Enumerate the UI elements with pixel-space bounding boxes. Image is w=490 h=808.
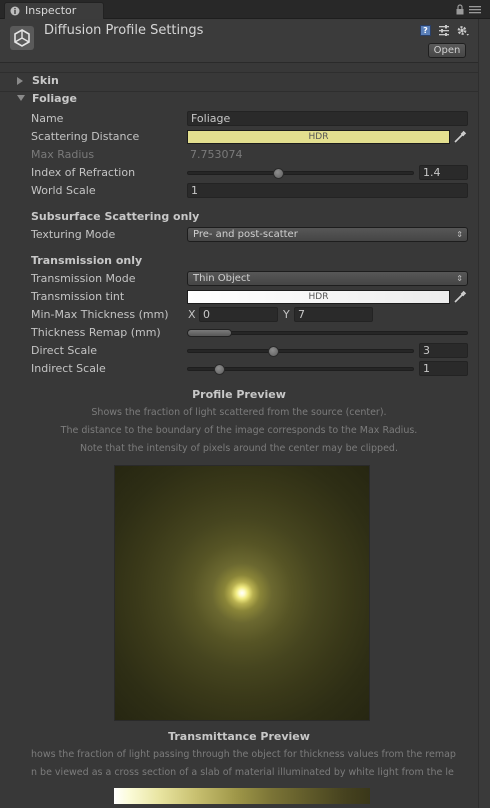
- transmission-heading: Transmission only: [31, 254, 143, 267]
- tab-label: Inspector: [25, 4, 77, 17]
- max-radius-label: Max Radius: [31, 148, 95, 161]
- transmittance-preview-line: n be viewed as a cross section of a slab…: [31, 767, 454, 778]
- foldout-skin[interactable]: Skin: [0, 73, 478, 91]
- index-of-refraction-label: Index of Refraction: [31, 166, 136, 179]
- ior-field[interactable]: 1.4: [419, 165, 468, 180]
- direct-scale-field[interactable]: 3: [419, 343, 468, 358]
- subsurface-heading: Subsurface Scattering only: [31, 210, 200, 223]
- transmission-tint-label: Transmission tint: [31, 290, 125, 303]
- max-thickness-field[interactable]: 7: [294, 307, 373, 322]
- transmittance-preview-line: hows the fraction of light passing throu…: [31, 749, 456, 760]
- tab-menu-icon[interactable]: [468, 4, 482, 15]
- foldout-label: Foliage: [32, 92, 77, 105]
- preset-icon[interactable]: [438, 25, 450, 36]
- profile-preview-line: Note that the intensity of pixels around…: [80, 443, 398, 454]
- direct-scale-slider-track[interactable]: [187, 349, 414, 353]
- inspector-header: Diffusion Profile Settings ? Open: [0, 19, 478, 63]
- min-thickness-field[interactable]: 0: [199, 307, 278, 322]
- chevron-down-icon: [16, 94, 26, 104]
- dropdown-arrows-icon: ⇕: [456, 230, 463, 239]
- indirect-scale-label: Indirect Scale: [31, 362, 106, 375]
- world-scale-label: World Scale: [31, 184, 96, 197]
- chevron-right-icon: [16, 76, 26, 86]
- eyedropper-icon[interactable]: [453, 290, 467, 304]
- world-scale-field[interactable]: 1: [187, 183, 468, 198]
- ior-slider-track[interactable]: [187, 171, 414, 175]
- y-label: Y: [283, 308, 290, 321]
- transmission-mode-value: Thin Object: [193, 273, 251, 284]
- transmittance-preview-image: [114, 788, 370, 804]
- gear-icon[interactable]: [456, 24, 470, 37]
- profile-preview-title: Profile Preview: [192, 388, 286, 401]
- profile-preview-line: Shows the fraction of light scattered fr…: [91, 407, 387, 418]
- x-label: X: [188, 308, 196, 321]
- page-title: Diffusion Profile Settings: [44, 23, 204, 38]
- name-label: Name: [31, 112, 64, 125]
- name-field[interactable]: Foliage: [187, 111, 468, 126]
- unity-asset-icon: [10, 26, 34, 50]
- tab-inspector[interactable]: Inspector: [4, 2, 104, 19]
- ior-slider-thumb[interactable]: [273, 168, 285, 179]
- min-max-thickness-label: Min-Max Thickness (mm): [31, 308, 169, 321]
- open-button[interactable]: Open: [428, 43, 466, 58]
- transmission-mode-label: Transmission Mode: [31, 272, 136, 285]
- scattering-distance-color[interactable]: HDR: [187, 130, 450, 144]
- texturing-mode-dropdown[interactable]: Pre- and post-scatter ⇕: [187, 227, 468, 242]
- transmission-mode-dropdown[interactable]: Thin Object ⇕: [187, 271, 468, 286]
- info-icon: [10, 6, 20, 16]
- foldout-label: Skin: [32, 74, 59, 87]
- profile-preview-line: The distance to the boundary of the imag…: [60, 425, 418, 436]
- scattering-distance-label: Scattering Distance: [31, 130, 140, 143]
- scrollbar[interactable]: [478, 19, 490, 808]
- max-radius-value: 7.753074: [190, 148, 243, 161]
- help-icon[interactable]: ?: [420, 25, 431, 36]
- profile-preview-image: [114, 465, 370, 721]
- direct-scale-label: Direct Scale: [31, 344, 98, 357]
- transmittance-preview-title: Transmittance Preview: [168, 730, 310, 743]
- direct-scale-slider-thumb[interactable]: [268, 346, 279, 357]
- foldout-foliage[interactable]: Foliage: [0, 91, 478, 109]
- tab-bar: Inspector: [0, 0, 490, 19]
- thickness-remap-handle[interactable]: [187, 329, 232, 337]
- thickness-remap-label: Thickness Remap (mm): [31, 326, 161, 339]
- dropdown-arrows-icon: ⇕: [456, 274, 463, 283]
- lock-icon[interactable]: [456, 4, 464, 15]
- texturing-mode-label: Texturing Mode: [31, 228, 116, 241]
- texturing-mode-value: Pre- and post-scatter: [193, 229, 298, 240]
- eyedropper-icon[interactable]: [453, 130, 467, 144]
- transmission-tint-color[interactable]: HDR: [187, 290, 450, 304]
- indirect-scale-field[interactable]: 1: [419, 361, 468, 376]
- indirect-scale-slider-thumb[interactable]: [214, 364, 225, 375]
